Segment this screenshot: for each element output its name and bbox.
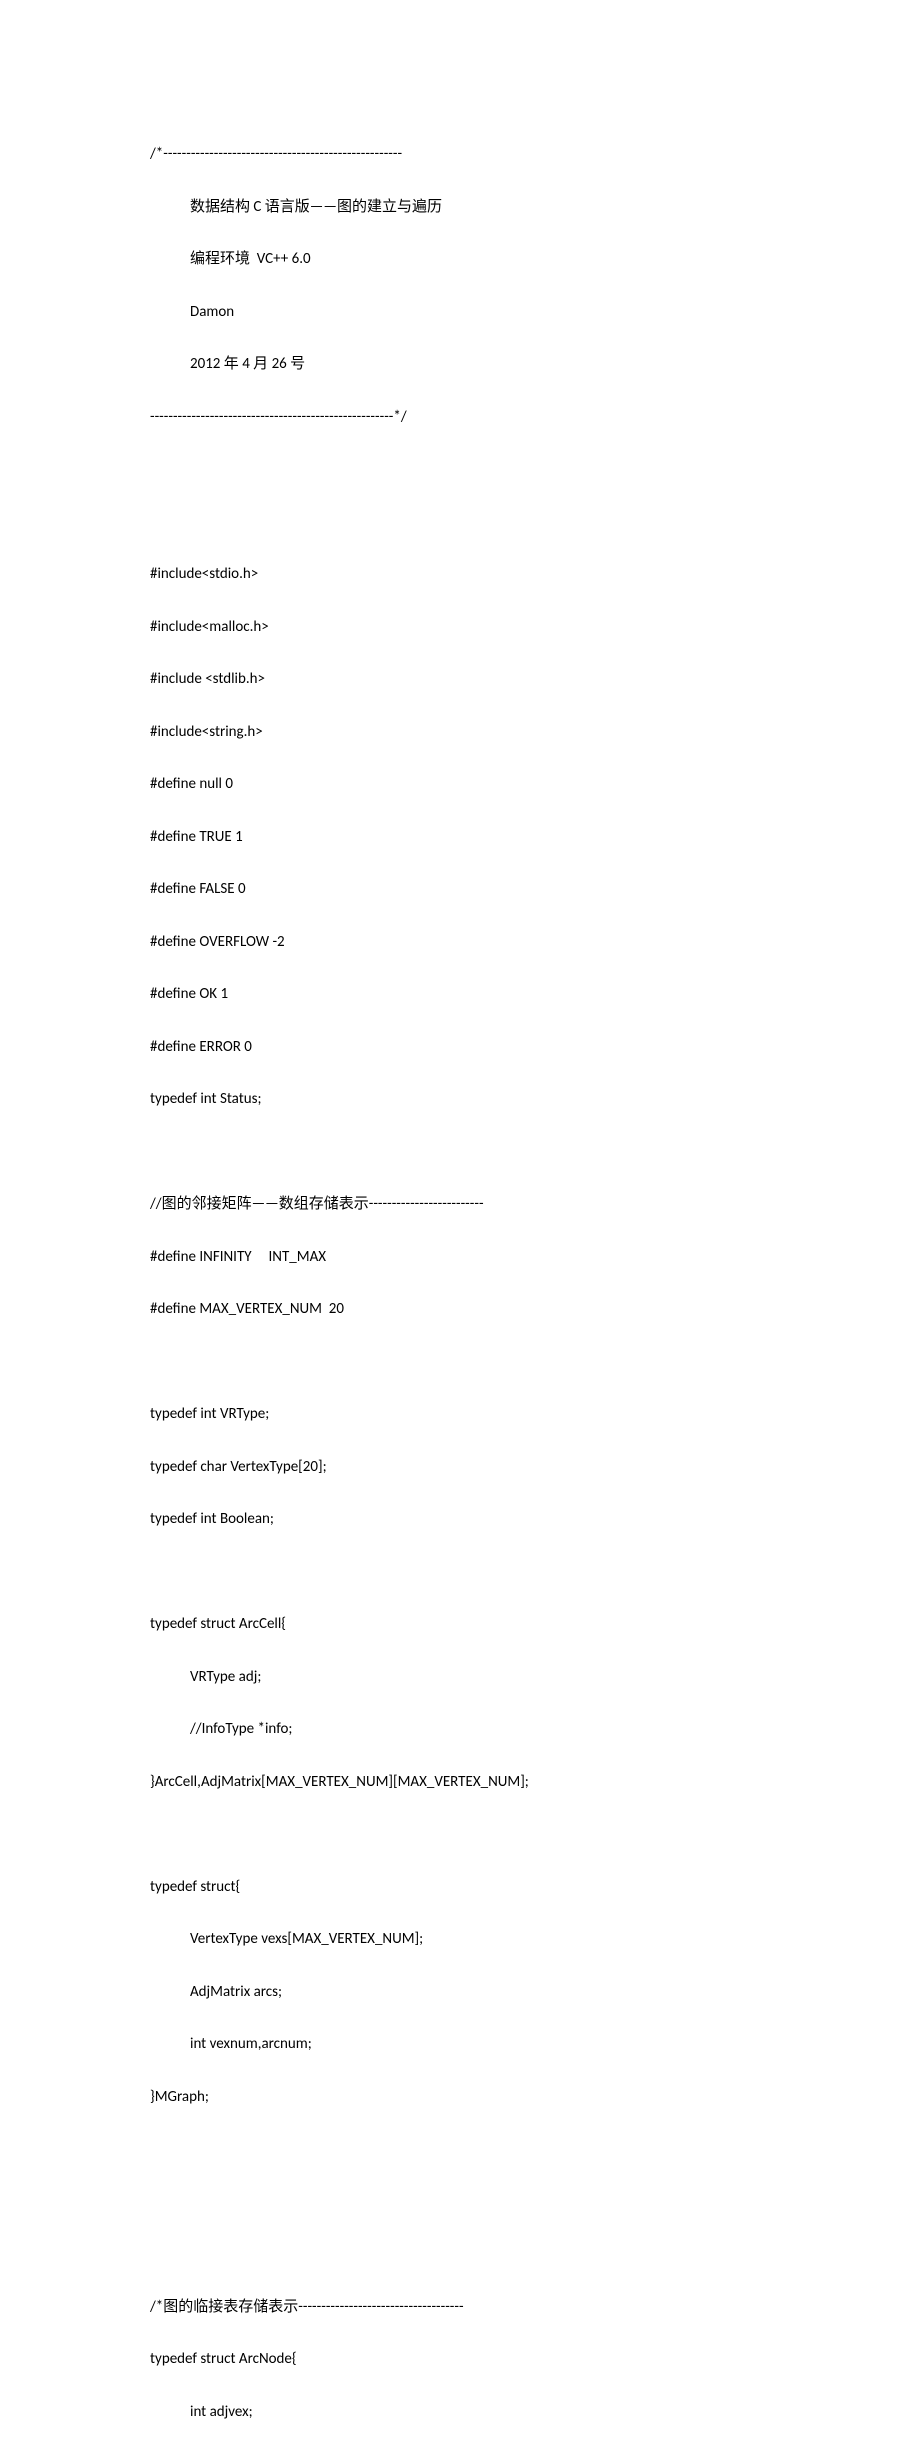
code-line: #define OK 1 [150, 981, 770, 1007]
blank-line [150, 509, 770, 535]
code-line: #define TRUE 1 [150, 824, 770, 850]
code-line: typedef struct ArcCell{ [150, 1611, 770, 1637]
code-line: VRType adj; [150, 1664, 770, 1690]
code-line: #define MAX_VERTEX_NUM 20 [150, 1296, 770, 1322]
code-line: //InfoType *info; [150, 1716, 770, 1742]
code-line: typedef int Boolean; [150, 1506, 770, 1532]
code-line: 编程环境 VC++ 6.0 [150, 246, 770, 272]
code-line: #include<stdio.h> [150, 561, 770, 587]
code-line: int vexnum,arcnum; [150, 2031, 770, 2057]
code-line: #define OVERFLOW -2 [150, 929, 770, 955]
code-line: 2012 年 4 月 26 号 [150, 351, 770, 377]
blank-line [150, 2136, 770, 2162]
blank-line [150, 1349, 770, 1375]
code-line: //图的邻接矩阵——数组存储表示------------------------… [150, 1191, 770, 1217]
document-page: /*--------------------------------------… [0, 0, 920, 2451]
blank-line [150, 1821, 770, 1847]
code-line: typedef struct ArcNode{ [150, 2346, 770, 2372]
code-line: }MGraph; [150, 2084, 770, 2110]
code-line: typedef struct{ [150, 1874, 770, 1900]
blank-line [150, 456, 770, 482]
code-line: #define INFINITY INT_MAX [150, 1244, 770, 1270]
code-line: int adjvex; [150, 2399, 770, 2425]
code-line: #include <stdlib.h> [150, 666, 770, 692]
code-line: typedef int Status; [150, 1086, 770, 1112]
code-line: #include<string.h> [150, 719, 770, 745]
code-line: /*图的临接表存储表示-----------------------------… [150, 2294, 770, 2320]
code-line: 数据结构 C 语言版——图的建立与遍历 [150, 194, 770, 220]
code-line: #define null 0 [150, 771, 770, 797]
code-line: /*--------------------------------------… [150, 141, 770, 167]
blank-line [150, 2189, 770, 2215]
code-line: #define ERROR 0 [150, 1034, 770, 1060]
code-line: typedef int VRType; [150, 1401, 770, 1427]
code-line: AdjMatrix arcs; [150, 1979, 770, 2005]
code-line: Damon [150, 299, 770, 325]
code-line: ----------------------------------------… [150, 404, 770, 430]
code-line: typedef char VertexType[20]; [150, 1454, 770, 1480]
code-line: }ArcCell,AdjMatrix[MAX_VERTEX_NUM][MAX_V… [150, 1769, 770, 1795]
code-line: VertexType vexs[MAX_VERTEX_NUM]; [150, 1926, 770, 1952]
blank-line [150, 2241, 770, 2267]
code-line: #include<malloc.h> [150, 614, 770, 640]
blank-line [150, 1139, 770, 1165]
blank-line [150, 1559, 770, 1585]
code-line: #define FALSE 0 [150, 876, 770, 902]
